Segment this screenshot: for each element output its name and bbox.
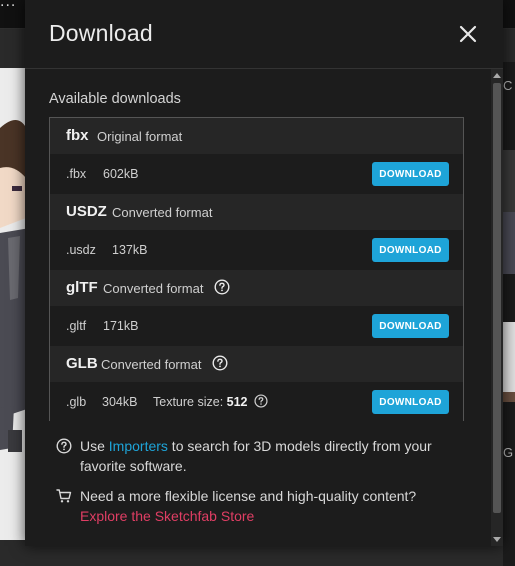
cart-icon [56, 489, 72, 503]
importers-info: Use Importers to search for 3D models di… [56, 436, 466, 476]
importers-prefix: Use [80, 438, 109, 454]
close-icon [459, 25, 477, 43]
download-button-gltf[interactable]: DOWNLOAD [372, 314, 449, 338]
store-text: Need a more flexible license and high-qu… [80, 486, 470, 526]
store-description: Need a more flexible license and high-qu… [80, 488, 417, 504]
modal-body: Available downloads fbx Original format … [25, 69, 491, 546]
file-extension: .usdz [66, 243, 96, 257]
format-row-usdz: USDZ Converted format [50, 194, 463, 230]
scroll-down-icon [493, 537, 501, 542]
format-description: Converted format [101, 357, 202, 372]
format-row-glb: GLB Converted format [50, 346, 463, 382]
importers-text: Use Importers to search for 3D models di… [80, 436, 470, 476]
file-extension: .gltf [66, 319, 87, 333]
file-row-gltf: .gltf 171kB DOWNLOAD [50, 306, 463, 346]
background-topbar-text: ... [0, 0, 17, 10]
scroll-up-button[interactable] [491, 69, 503, 81]
file-size: 137kB [112, 243, 148, 257]
file-size: 602kB [103, 167, 139, 181]
file-size: 304kB [102, 395, 138, 409]
download-button-fbx[interactable]: DOWNLOAD [372, 162, 449, 186]
file-row-glb: .glb 304kB Texture size: 512 DOWNLOAD [50, 382, 463, 422]
format-description: Converted format [103, 281, 204, 296]
file-row-fbx: .fbx 602kB DOWNLOAD [50, 154, 463, 194]
texture-size-value: 512 [226, 395, 248, 409]
file-extension: .glb [66, 395, 87, 409]
modal-title: Download [49, 20, 153, 46]
help-icon [56, 438, 72, 454]
store-info: Need a more flexible license and high-qu… [56, 486, 466, 526]
downloads-table: fbx Original format .fbx 602kB DOWNLOAD … [49, 117, 464, 422]
help-icon[interactable] [212, 355, 228, 371]
background-sidebar-letter: C [503, 78, 513, 93]
download-button-usdz[interactable]: DOWNLOAD [372, 238, 449, 262]
modal-header: Download [25, 0, 503, 69]
format-name: glTF [66, 279, 98, 296]
format-name: fbx [66, 127, 89, 144]
format-description: Original format [97, 129, 183, 144]
file-row-usdz: .usdz 137kB DOWNLOAD [50, 230, 463, 270]
download-button-glb[interactable]: DOWNLOAD [372, 390, 449, 414]
format-name: GLB [66, 355, 98, 372]
close-button[interactable] [457, 23, 479, 45]
format-name: USDZ [66, 203, 107, 220]
help-icon[interactable] [214, 279, 230, 295]
texture-size-label: Texture size: [153, 395, 224, 409]
scroll-down-button[interactable] [491, 534, 503, 546]
format-description: Converted format [112, 205, 213, 220]
texture-size: Texture size: 512 [153, 395, 248, 409]
scroll-up-icon [493, 73, 501, 78]
scrollbar-thumb[interactable] [493, 83, 501, 513]
importers-link[interactable]: Importers [109, 438, 168, 454]
format-row-gltf: glTF Converted format [50, 270, 463, 306]
file-extension: .fbx [66, 167, 87, 181]
store-link[interactable]: Explore the Sketchfab Store [80, 506, 470, 526]
help-icon[interactable] [254, 394, 268, 408]
modal-scrollbar[interactable] [491, 69, 503, 546]
background-sidebar-letter: G [503, 445, 514, 460]
file-size: 171kB [103, 319, 139, 333]
available-downloads-label: Available downloads [49, 91, 181, 107]
format-row-fbx: fbx Original format [50, 118, 463, 154]
background-sidebar [503, 62, 515, 566]
download-modal: Download Available downloads fbx Origina… [25, 0, 503, 546]
